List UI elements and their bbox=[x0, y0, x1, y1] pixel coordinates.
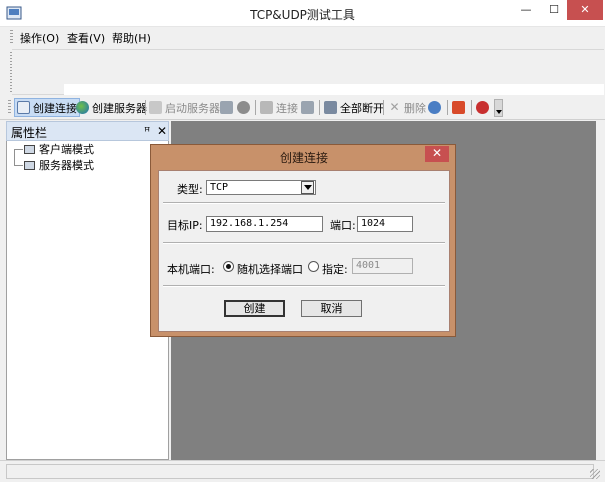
create-connection-icon bbox=[17, 101, 30, 114]
divider bbox=[163, 285, 445, 287]
disconnect-all-button[interactable]: 全部断开 bbox=[324, 98, 384, 117]
minimize-button[interactable]: — bbox=[512, 0, 540, 20]
divider bbox=[163, 242, 445, 244]
dialog-body: 类型: TCP 目标IP: 192.168.1.254 端口: 1024 本机端… bbox=[158, 170, 450, 332]
divider bbox=[163, 202, 445, 204]
menu-view[interactable]: 查看(V) bbox=[67, 30, 105, 46]
computer-icon bbox=[24, 144, 35, 154]
pin-icon[interactable]: ꟸ bbox=[144, 125, 150, 138]
start-server-label: 启动服务器 bbox=[165, 101, 220, 115]
port-input[interactable]: 1024 bbox=[357, 216, 413, 232]
toolbar-separator bbox=[255, 100, 256, 115]
connect-label: 连接 bbox=[276, 101, 298, 115]
property-tree: 客户端模式 服务器模式 bbox=[6, 141, 169, 460]
type-select[interactable]: TCP bbox=[206, 180, 316, 195]
specify-port-radio[interactable] bbox=[308, 261, 319, 272]
tree-line bbox=[14, 165, 23, 166]
tree-node-server-mode[interactable]: 服务器模式 bbox=[24, 158, 94, 172]
start-server-icon bbox=[149, 101, 162, 114]
chevron-down-icon bbox=[496, 110, 502, 114]
specify-port-label[interactable]: 指定: bbox=[322, 261, 348, 277]
create-server-button[interactable]: 创建服务器 bbox=[76, 98, 147, 117]
status-bar bbox=[0, 460, 605, 482]
server-stop-icon bbox=[220, 101, 233, 114]
menu-help[interactable]: 帮助(H) bbox=[112, 30, 151, 46]
target-ip-label: 目标IP: bbox=[167, 219, 203, 232]
random-port-radio[interactable] bbox=[223, 261, 234, 272]
port-label: 端口: bbox=[330, 219, 356, 232]
toolbar-overflow-button[interactable] bbox=[494, 99, 503, 117]
tree-node-label: 客户端模式 bbox=[39, 143, 94, 156]
property-panel-title: 属性栏 bbox=[11, 126, 48, 140]
toolbar-separator bbox=[383, 100, 384, 115]
connect-button[interactable]: 连接 bbox=[260, 98, 298, 117]
specify-port-input[interactable]: 4001 bbox=[352, 258, 413, 274]
tree-node-client-mode[interactable]: 客户端模式 bbox=[24, 142, 94, 156]
create-button[interactable]: 创建 bbox=[224, 300, 285, 317]
menu-bar: 操作(O) 查看(V) 帮助(H) bbox=[0, 27, 605, 48]
type-select-value: TCP bbox=[210, 182, 229, 193]
toolbar-grip[interactable] bbox=[8, 100, 11, 115]
create-connection-label: 创建连接 bbox=[33, 101, 77, 115]
disconnect-icon bbox=[301, 101, 314, 114]
create-connection-button[interactable]: 创建连接 bbox=[14, 98, 80, 117]
tree-line bbox=[14, 149, 15, 165]
delete-label: 删除 bbox=[404, 101, 426, 115]
toolbar-separator bbox=[319, 100, 320, 115]
exit-icon bbox=[476, 101, 489, 114]
dialog-title: 创建连接 bbox=[279, 151, 328, 165]
local-port-label: 本机端口: bbox=[167, 263, 215, 276]
delete-icon: ✕ bbox=[389, 100, 400, 114]
title-bar: TCP&UDP测试工具 — ☐ ✕ bbox=[0, 0, 605, 27]
stop-server-button[interactable] bbox=[220, 98, 233, 117]
tree-line bbox=[14, 149, 23, 150]
dialog-close-button[interactable]: ✕ bbox=[425, 146, 449, 162]
type-label: 类型: bbox=[177, 183, 203, 196]
toolbar-separator bbox=[447, 100, 448, 115]
computer-icon bbox=[24, 160, 35, 170]
stop-circle-icon bbox=[237, 101, 250, 114]
disconnect-button[interactable] bbox=[301, 98, 314, 117]
stop-button[interactable] bbox=[237, 98, 250, 117]
create-server-label: 创建服务器 bbox=[92, 101, 147, 115]
status-cell bbox=[6, 464, 594, 479]
start-server-button[interactable]: 启动服务器 bbox=[149, 98, 220, 117]
close-window-button[interactable]: ✕ bbox=[567, 0, 603, 20]
exit-button[interactable] bbox=[476, 98, 489, 117]
toolbar-separator bbox=[471, 100, 472, 115]
cancel-button[interactable]: 取消 bbox=[301, 300, 362, 317]
property-panel-header: 属性栏 ꟸ ✕ bbox=[6, 121, 169, 141]
random-port-label[interactable]: 随机选择端口 bbox=[237, 261, 303, 277]
create-connection-dialog: 创建连接 ✕ 类型: TCP 目标IP: 192.168.1.254 端口: 1… bbox=[150, 144, 456, 337]
connect-icon bbox=[260, 101, 273, 114]
delete-button[interactable]: ✕ 删除 bbox=[388, 98, 426, 117]
gear-icon bbox=[428, 101, 441, 114]
disconnect-all-label: 全部断开 bbox=[340, 101, 384, 115]
power-button[interactable] bbox=[452, 98, 465, 117]
menu-operate[interactable]: 操作(O) bbox=[20, 30, 59, 46]
menu-grip[interactable] bbox=[10, 30, 13, 45]
tree-node-label: 服务器模式 bbox=[39, 159, 94, 172]
toolbar-separator bbox=[145, 100, 146, 115]
chevron-down-icon[interactable] bbox=[301, 181, 314, 194]
power-icon bbox=[452, 101, 465, 114]
toolbar: 创建连接 创建服务器 启动服务器 连接 全部断开 ✕ 删除 bbox=[0, 96, 605, 120]
resize-grip[interactable] bbox=[590, 469, 600, 479]
settings-button[interactable] bbox=[428, 98, 441, 117]
target-ip-input[interactable]: 192.168.1.254 bbox=[206, 216, 323, 232]
panel-close-icon[interactable]: ✕ bbox=[157, 124, 167, 138]
blank-panel-inner bbox=[64, 84, 604, 95]
maximize-button[interactable]: ☐ bbox=[541, 0, 567, 20]
globe-icon bbox=[76, 101, 89, 114]
disconnect-all-icon bbox=[324, 101, 337, 114]
